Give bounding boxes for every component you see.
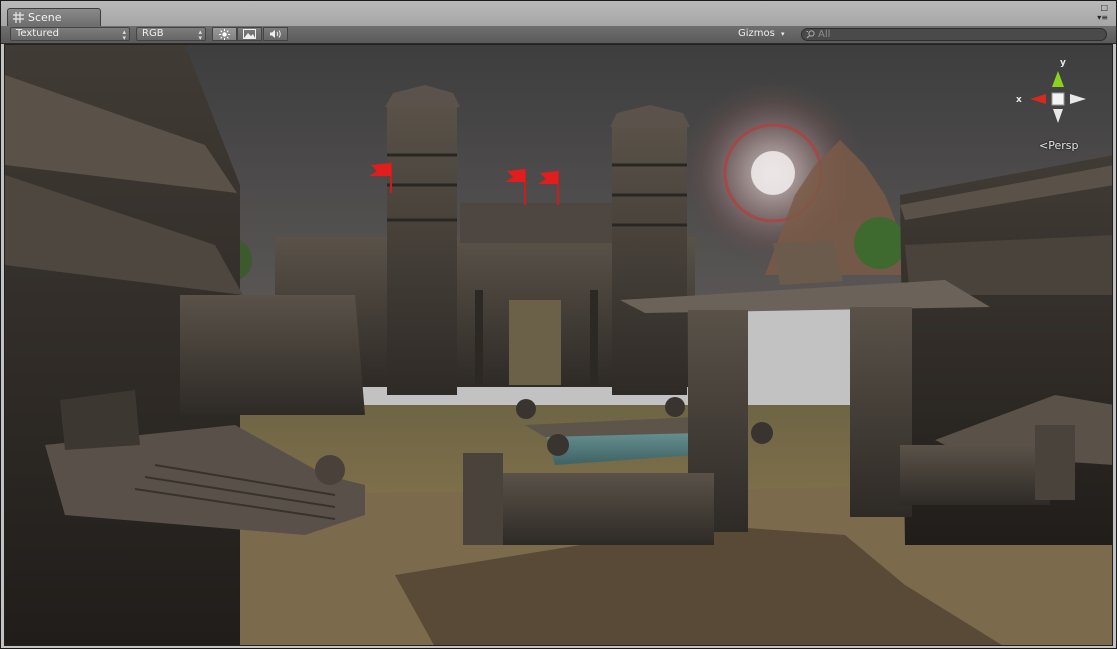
scroll-ornament [315, 455, 345, 485]
wall-post [1035, 425, 1075, 500]
gate-opening [509, 300, 561, 385]
gizmo-center-cube[interactable] [1051, 92, 1065, 106]
render-mode-value: Textured [16, 28, 59, 39]
gizmo-x-cone[interactable] [1030, 94, 1046, 104]
channel-mode-dropdown[interactable]: RGB ▴ ▾ [136, 27, 206, 42]
dropdown-arrows-icon: ▴ ▾ [198, 28, 202, 42]
gizmo-x-label: x [1016, 95, 1022, 105]
urn [751, 422, 773, 444]
scene-lighting-button[interactable] [212, 27, 237, 41]
tab-scene[interactable]: Scene [7, 8, 101, 26]
gizmo-y-cone[interactable] [1052, 71, 1064, 87]
search-field[interactable] [801, 28, 1107, 41]
sun-icon [219, 28, 230, 40]
urn [665, 397, 685, 417]
chevron-left-icon: < [1039, 139, 1049, 152]
tab-strip: Scene □ ▾≡ [1, 1, 1116, 26]
urn [547, 434, 569, 456]
left-pavilion [180, 295, 365, 415]
scene-toolbar: Textured ▴ ▾ RGB ▴ ▾ Gizmos ▾ All [1, 26, 1116, 44]
gizmos-dropdown[interactable]: Gizmos ▾ [738, 27, 794, 41]
speaker-icon [270, 30, 281, 38]
chevron-down-icon: ▾ [781, 30, 785, 38]
render-mode-dropdown[interactable]: Textured ▴ ▾ [10, 27, 130, 42]
urn [516, 399, 536, 419]
channel-mode-value: RGB [142, 28, 164, 39]
image-icon [243, 29, 256, 39]
search-input[interactable] [818, 29, 1098, 40]
gizmo-neg-y-cone[interactable] [1053, 109, 1063, 123]
wall-post [463, 453, 503, 545]
left-tower [387, 105, 457, 395]
sun [751, 151, 795, 195]
scene-window: Scene □ ▾≡ Textured ▴ ▾ RGB ▴ ▾ Gizmos ▾… [0, 0, 1117, 649]
search-icon [806, 30, 815, 39]
right-low-wall [900, 445, 1050, 505]
scene-grid-icon [13, 12, 24, 23]
projection-label: Persp [1048, 139, 1079, 152]
pavilion-crest [773, 241, 843, 285]
scene-fx-button[interactable] [237, 27, 262, 41]
scene-render [5, 45, 1112, 645]
scene-viewport[interactable]: y x <Persp [4, 44, 1113, 646]
projection-toggle[interactable]: <Persp [1039, 139, 1078, 152]
tab-label: Scene [28, 11, 62, 24]
gizmo-neg-x-cone[interactable] [1070, 94, 1086, 104]
elephant-statue [60, 390, 140, 450]
tree [854, 217, 906, 269]
gizmos-label: Gizmos [738, 28, 775, 39]
dropdown-arrows-icon: ▴ ▾ [122, 28, 126, 42]
tab-menu-icon[interactable]: ▾≡ [1097, 14, 1108, 22]
window-controls: □ ▾≡ [1097, 4, 1108, 22]
scene-audio-button[interactable] [263, 27, 288, 41]
maximize-icon[interactable]: □ [1100, 4, 1108, 12]
gizmo-y-label: y [1060, 58, 1066, 68]
